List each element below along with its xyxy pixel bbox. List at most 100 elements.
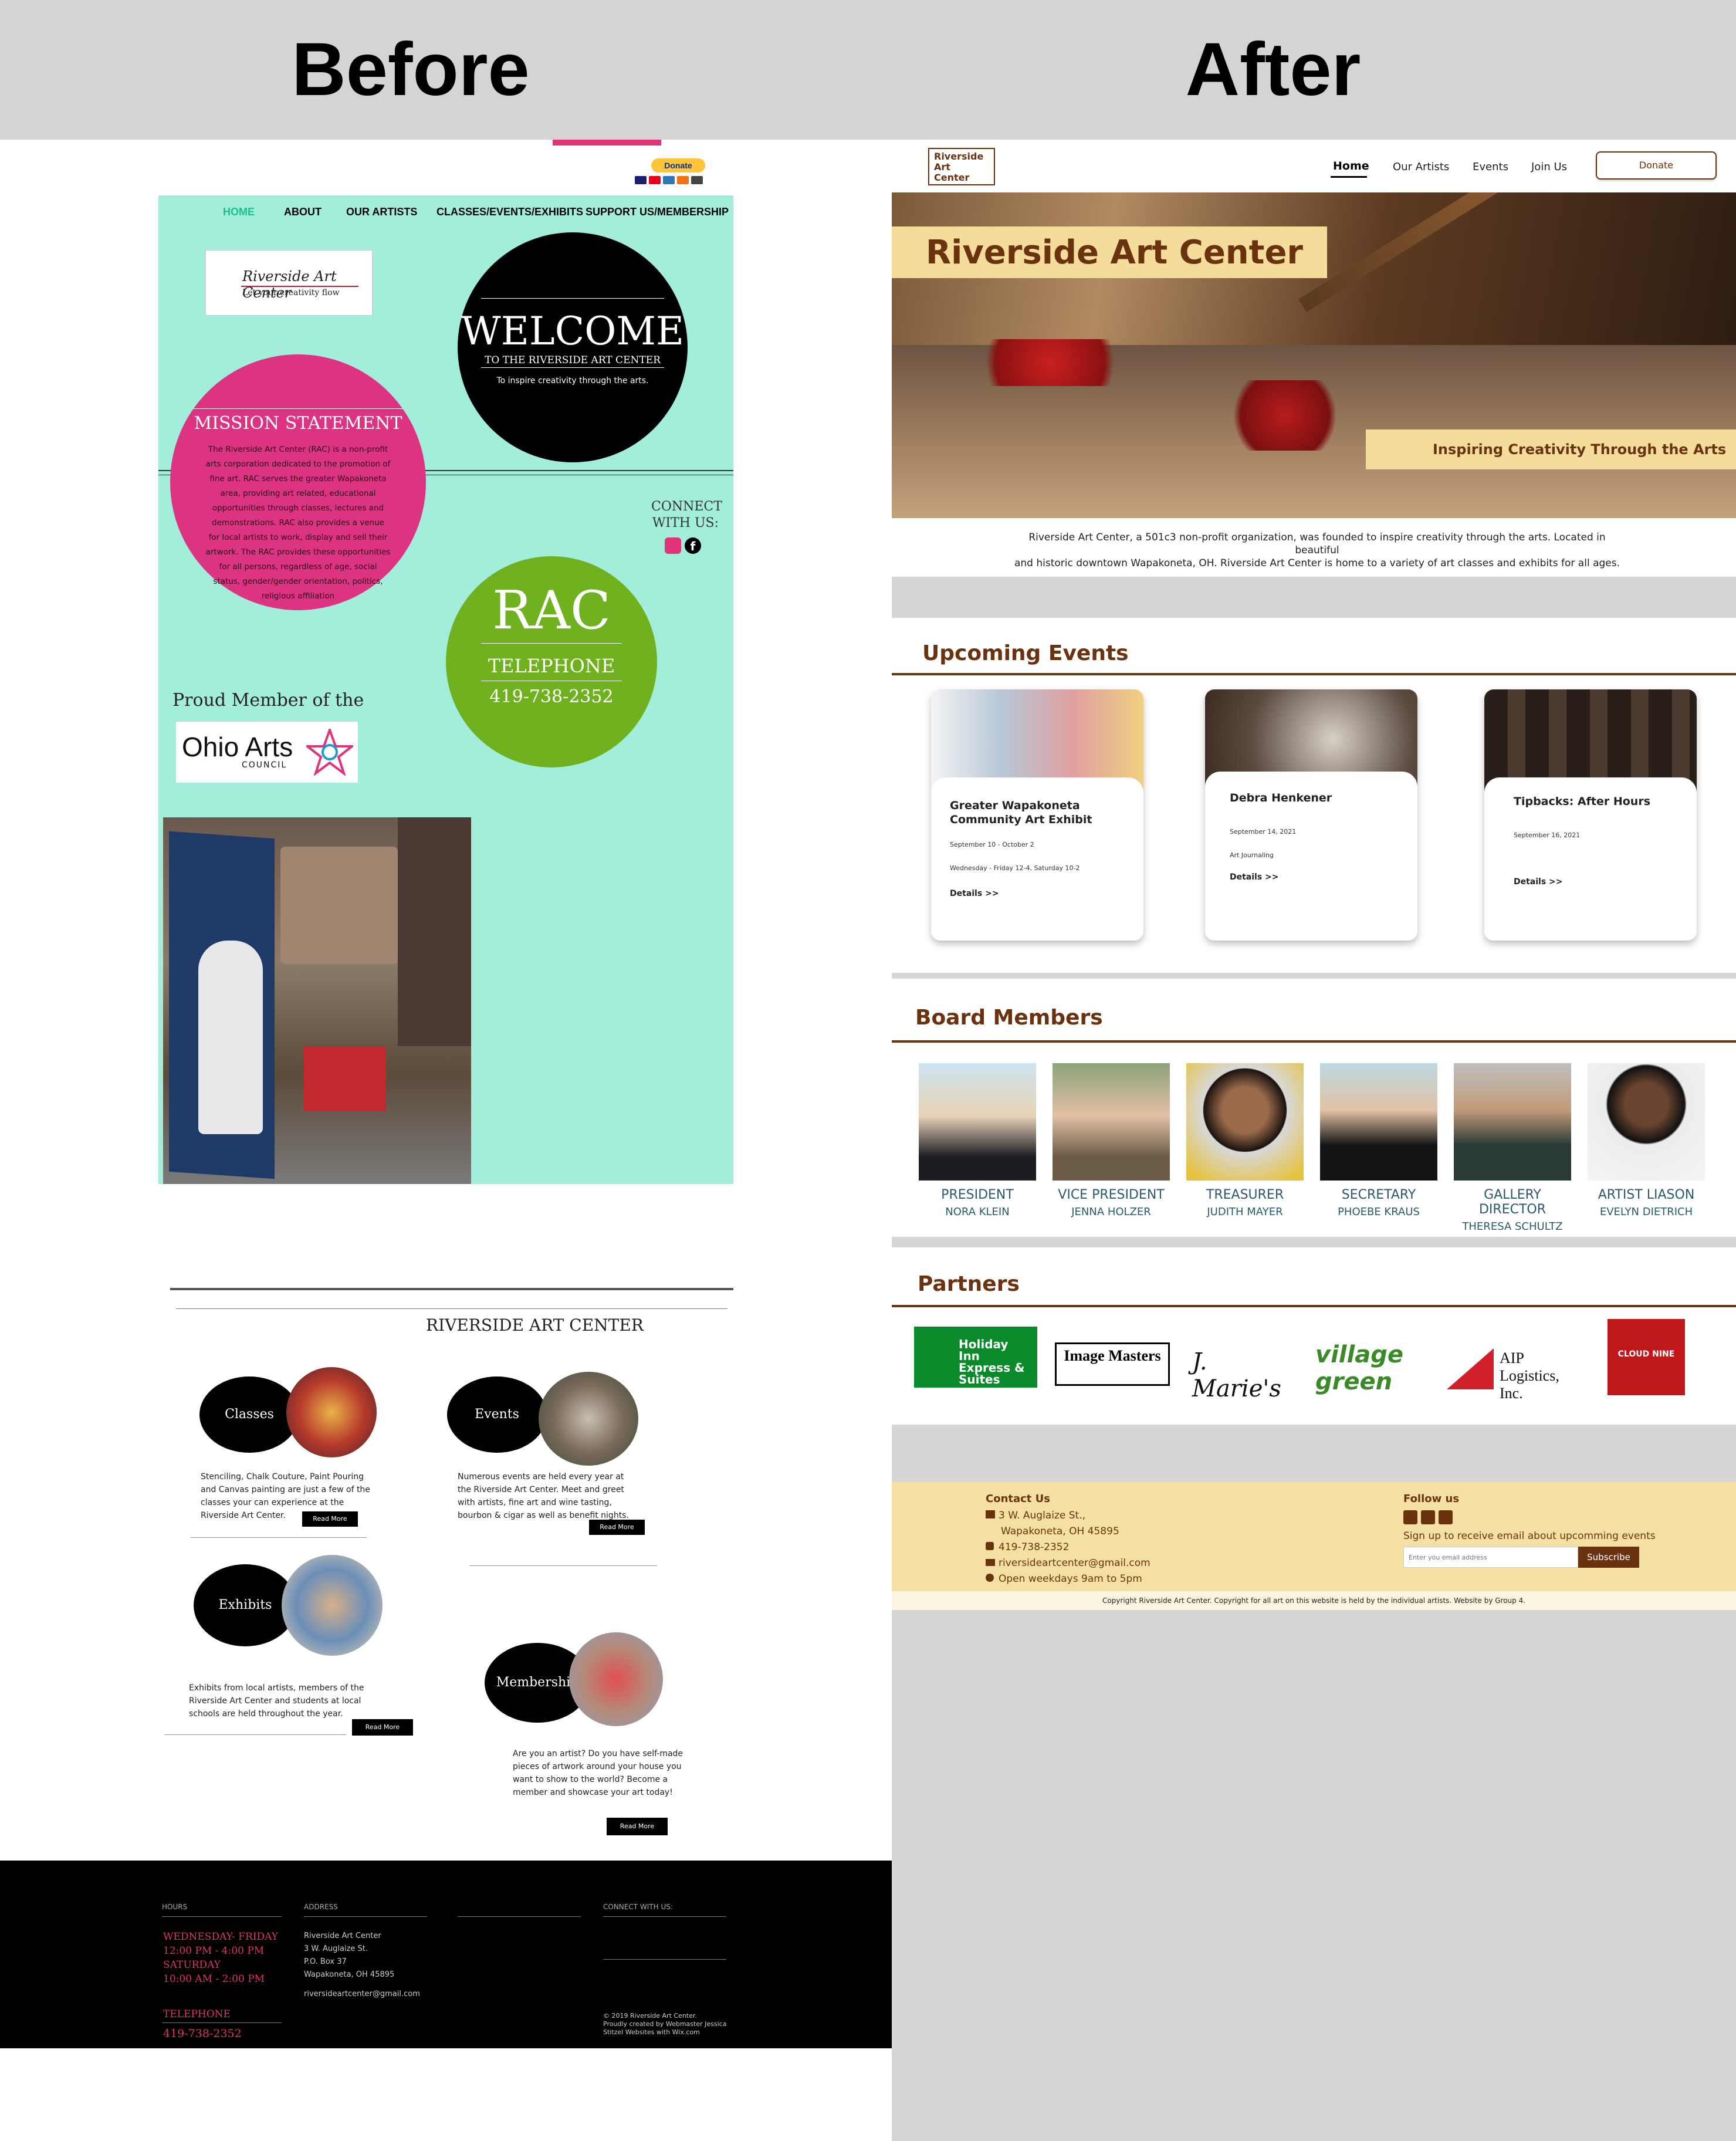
classes-thumbnail bbox=[286, 1367, 377, 1457]
board-member[interactable]: SECRETARY PHOEBE KRAUS bbox=[1320, 1063, 1437, 1233]
astronaut-photo bbox=[163, 817, 471, 1184]
partners-heading: Partners bbox=[918, 1272, 1020, 1296]
nav-our-artists[interactable]: Our Artists bbox=[1393, 161, 1449, 173]
classes-read-more[interactable]: Read More bbox=[302, 1511, 358, 1527]
before-footer: HOURS WEDNESDAY- FRIDAY 12:00 PM - 4:00 P… bbox=[0, 1861, 892, 2048]
divider bbox=[892, 1040, 1736, 1043]
events-thumbnail bbox=[539, 1372, 638, 1466]
partner-holiday-inn-logo[interactable]: Holiday Inn Express & Suites bbox=[914, 1327, 1037, 1388]
envelope-icon bbox=[986, 1559, 995, 1566]
phone-icon bbox=[986, 1542, 994, 1550]
facebook-icon[interactable]: f bbox=[685, 537, 701, 554]
nav-about[interactable]: ABOUT bbox=[284, 206, 322, 218]
membership-thumbnail bbox=[569, 1632, 663, 1726]
before-logo[interactable]: Riverside Art Center Let your creativity… bbox=[205, 250, 373, 316]
divider bbox=[170, 1288, 733, 1290]
details-link[interactable]: Details >> bbox=[950, 889, 999, 898]
membership-text: Are you an artist? Do you have self-made… bbox=[513, 1749, 683, 1797]
nav-our-artists[interactable]: OUR ARTISTS bbox=[346, 206, 417, 218]
mission-circle: MISSION STATEMENT The Riverside Art Cent… bbox=[170, 354, 426, 610]
paintbrush bbox=[1298, 192, 1705, 313]
board-grid: PRESIDENT NORA KLEIN VICE PRESIDENT JENN… bbox=[919, 1063, 1734, 1233]
details-link[interactable]: Details >> bbox=[1514, 877, 1563, 887]
hours-list: WEDNESDAY- FRIDAY 12:00 PM - 4:00 PM SATUR… bbox=[163, 1931, 278, 1985]
payment-cards-icon bbox=[635, 176, 723, 187]
connect-label: CONNECT WITH US: bbox=[651, 499, 722, 530]
exhibits-thumbnail bbox=[282, 1555, 383, 1656]
address-block: Riverside Art Center 3 W. Auglaize St. P.O… bbox=[304, 1932, 395, 1979]
active-underline bbox=[1331, 176, 1367, 178]
membership-read-more[interactable]: Read More bbox=[607, 1818, 668, 1835]
events-oval[interactable]: Events bbox=[447, 1376, 547, 1453]
before-copyright: © 2019 Riverside Art Center. Proudly crea… bbox=[603, 2012, 727, 2036]
event-card[interactable]: Tipbacks: After Hours September 16, 2021… bbox=[1484, 689, 1697, 941]
welcome-title: WELCOME bbox=[461, 309, 685, 354]
details-link[interactable]: Details >> bbox=[1230, 872, 1279, 882]
exhibits-read-more[interactable]: Read More bbox=[352, 1719, 413, 1736]
star-logo-icon bbox=[306, 729, 353, 776]
partner-jmaries-logo[interactable]: J. Marie's bbox=[1192, 1348, 1304, 1402]
intro-text: Riverside Art Center, a 501c3 non-profit… bbox=[1014, 532, 1620, 569]
divider bbox=[892, 673, 1736, 675]
hero-tagline: Inspiring Creativity Through the Arts bbox=[1433, 441, 1727, 458]
partner-image-masters-logo[interactable]: Image Masters bbox=[1055, 1342, 1170, 1386]
map-icon: 3 W. Auglaize St., bbox=[986, 1508, 1150, 1524]
moon-icon bbox=[221, 268, 235, 297]
nav-join-us[interactable]: Join Us bbox=[1531, 161, 1567, 173]
after-navbar: Riverside Art Center Home Our Artists Even… bbox=[892, 140, 1736, 192]
board-member[interactable]: VICE PRESIDENT JENNA HOLZER bbox=[1053, 1063, 1170, 1233]
facebook-icon[interactable] bbox=[1403, 1510, 1417, 1524]
classes-oval[interactable]: Classes bbox=[199, 1376, 299, 1453]
divider bbox=[469, 1565, 657, 1566]
divider bbox=[892, 1305, 1736, 1307]
nav-events[interactable]: Events bbox=[1473, 161, 1508, 173]
aip-triangle-icon bbox=[1447, 1348, 1494, 1389]
instagram-icon[interactable] bbox=[665, 537, 681, 554]
board-member[interactable]: ARTIST LIASON EVELYN DIETRICH bbox=[1588, 1063, 1705, 1233]
clock-icon bbox=[986, 1574, 994, 1582]
partner-cloud-nine-logo[interactable]: CLOUD NINE bbox=[1608, 1319, 1685, 1395]
hero-title: Riverside Art Center bbox=[926, 234, 1304, 272]
signup-text: Sign up to receive email about upcomming… bbox=[1403, 1530, 1656, 1542]
divider bbox=[191, 1537, 367, 1538]
after-logo[interactable]: Riverside Art Center bbox=[928, 148, 995, 185]
events-heading: Upcoming Events bbox=[922, 641, 1129, 665]
events-text: Numerous events are held every year at t… bbox=[458, 1472, 629, 1520]
before-page: Donate HOME ABOUT OUR ARTISTS CLASSES/EV… bbox=[0, 140, 892, 2141]
donate-button[interactable]: Donate bbox=[1596, 151, 1717, 180]
nav-home[interactable]: HOME bbox=[223, 206, 255, 218]
section-title: RIVERSIDE ART CENTER bbox=[426, 1315, 644, 1335]
exhibits-text: Exhibits from local artists, members of … bbox=[189, 1683, 364, 1719]
nav-home[interactable]: Home bbox=[1333, 160, 1369, 173]
event-card[interactable]: Greater Wapakoneta Community Art Exhibit … bbox=[931, 689, 1143, 941]
instagram-icon[interactable] bbox=[1421, 1510, 1435, 1524]
divider bbox=[176, 1308, 727, 1309]
events-read-more[interactable]: Read More bbox=[589, 1520, 645, 1535]
nav-classes[interactable]: CLASSES/EVENTS/EXHIBITS bbox=[436, 206, 583, 218]
twitter-icon[interactable] bbox=[1439, 1510, 1453, 1524]
ohio-arts-logo[interactable]: Ohio Arts COUNCIL bbox=[176, 722, 358, 783]
red-paint bbox=[1220, 380, 1349, 451]
intro-section: Riverside Art Center, a 501c3 non-profit… bbox=[892, 518, 1736, 577]
email-input[interactable] bbox=[1403, 1547, 1578, 1568]
after-footer: Contact Us 3 W. Auglaize St., Wapakoneta… bbox=[892, 1482, 1736, 1610]
board-member[interactable]: GALLERY DIRECTOR THERESA SCHULTZ bbox=[1454, 1063, 1571, 1233]
after-copyright: Copyright Riverside Art Center. Copyrigh… bbox=[892, 1591, 1736, 1610]
board-heading: Board Members bbox=[915, 1006, 1103, 1030]
event-card[interactable]: Debra Henkener September 14, 2021 Art Jo… bbox=[1205, 689, 1417, 941]
events-section: Upcoming Events Greater Wapakoneta Commun… bbox=[892, 618, 1736, 973]
partner-village-green-logo[interactable]: village green bbox=[1315, 1341, 1439, 1395]
board-section: Board Members PRESIDENT NORA KLEIN VICE … bbox=[892, 979, 1736, 1237]
partners-section: Partners Holiday Inn Express & Suites Im… bbox=[892, 1247, 1736, 1425]
nav-support[interactable]: SUPPORT US/MEMBERSHIP bbox=[586, 206, 729, 218]
follow-heading: Follow us bbox=[1403, 1493, 1460, 1505]
proud-member-text: Proud Member of the bbox=[172, 690, 364, 711]
board-member[interactable]: TREASURER JUDITH MAYER bbox=[1186, 1063, 1304, 1233]
after-page: Riverside Art Center Home Our Artists Even… bbox=[892, 140, 1736, 2141]
paypal-donate-button[interactable]: Donate bbox=[651, 158, 705, 173]
divider bbox=[164, 1734, 346, 1735]
before-heading: Before bbox=[292, 28, 530, 111]
board-member[interactable]: PRESIDENT NORA KLEIN bbox=[919, 1063, 1036, 1233]
subscribe-button[interactable]: Subscribe bbox=[1578, 1547, 1639, 1568]
rac-telephone-circle: RAC TELEPHONE 419-738-2352 bbox=[446, 556, 657, 767]
